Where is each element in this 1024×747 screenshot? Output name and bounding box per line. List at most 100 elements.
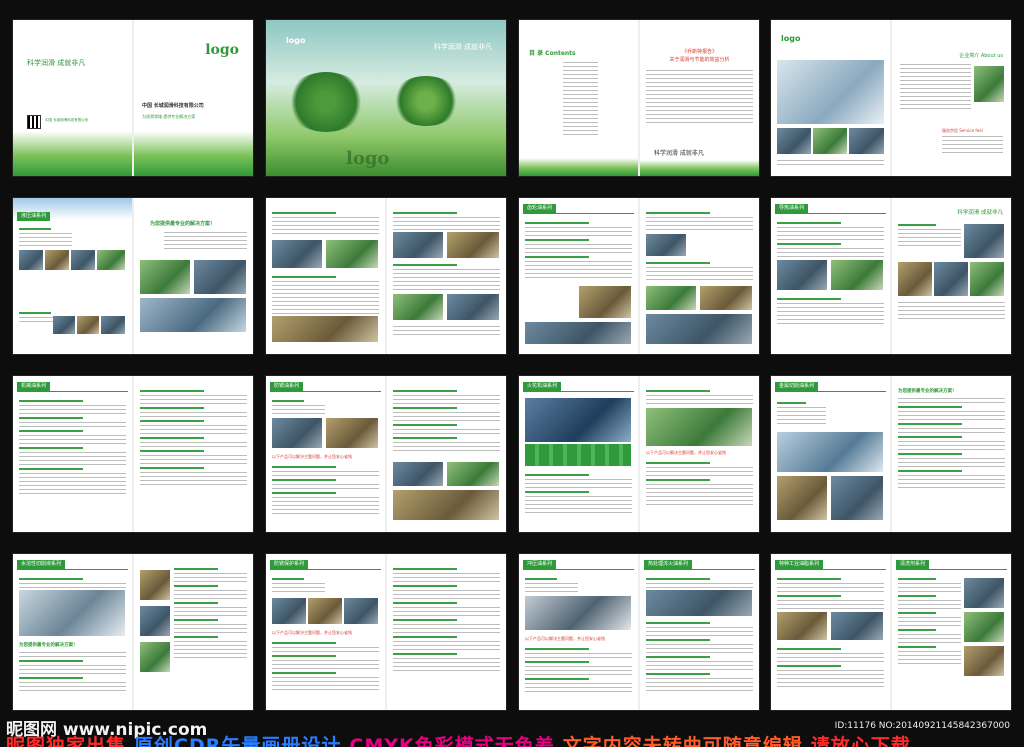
solution-heading: 为您提供最专业的解决方案！ (150, 221, 216, 227)
spread-machine[interactable]: 机械油系列 (13, 376, 253, 532)
promo-text: 文字内容未转曲可随意编辑 (562, 735, 803, 747)
section-body (272, 464, 379, 517)
spread-water[interactable]: 水溶性切削液系列 为您提供最专业的解决方案！ (13, 554, 253, 710)
spread-inner-cover[interactable]: logo 科学润滑 成就非凡 logo (266, 20, 506, 176)
rust-page (387, 376, 506, 532)
cover-tagline: 为润滑领域 提供专业解决方案 (142, 114, 196, 119)
section-body (19, 576, 126, 591)
section-body (525, 646, 632, 695)
spread-special[interactable]: 火花机油系列 以下产品可以解决主题问题，并让您安心省钱 (519, 376, 759, 532)
product-photo (97, 250, 125, 270)
solution-body (164, 232, 247, 252)
highlight-text: 以下产品可以解决主题问题，并让您安心省钱 (272, 630, 352, 635)
section-header: 机械油系列 (17, 382, 51, 391)
section-body (777, 576, 884, 612)
spread-hydraulic[interactable]: 液压油系列 为您提供最专业的解决方案！ (13, 198, 253, 354)
machinery-photo (447, 294, 499, 320)
section-body (898, 398, 1005, 491)
heat-page: 科学润滑 成就非凡 (892, 198, 1011, 354)
products-page (387, 198, 506, 354)
factory-line-photo (777, 432, 883, 472)
spread-punch[interactable]: 冲压油系列 以下产品可以解决主题问题，并让您安心省钱 热处理淬火油系列 (519, 554, 759, 710)
section-header: 齿轮油系列 (523, 204, 557, 213)
section-body (525, 220, 632, 281)
about-body (900, 64, 971, 112)
spread-about[interactable]: logo 企业简介 About us 服务宗旨 Service feel (771, 20, 1011, 176)
heattreat-page: 热处理淬火油系列 (640, 554, 759, 710)
tree-illustration (286, 72, 366, 132)
section-header: 火花机油系列 (523, 382, 562, 391)
promo-text: 原创CDR矢量画册设计 (134, 735, 342, 747)
front-cover-page: logo 中国 长城润滑科技有限公司 为润滑领域 提供专业解决方案 (134, 20, 253, 176)
section-body (646, 576, 753, 591)
green-wave-decoration (519, 158, 638, 176)
product-photo (71, 250, 95, 270)
section-body (646, 460, 753, 508)
section-header: 水溶性切削液系列 (17, 560, 66, 569)
report-body (646, 70, 753, 126)
spread-heat[interactable]: 导热油系列 科学润滑 成就非凡 (771, 198, 1011, 354)
spread-contents[interactable]: 目 录 Contents 《乔斯特报告》 关于润滑与节能的效益分析 科学润滑 成… (519, 20, 759, 176)
machinery-photo (898, 262, 932, 296)
clean-page: 清洗剂系列 (892, 554, 1011, 710)
section-body (272, 274, 379, 317)
gear-page: 齿轮油系列 (519, 198, 638, 354)
section-body (646, 620, 753, 694)
contents-page: 目 录 Contents (519, 20, 638, 176)
green-wave-decoration (13, 131, 132, 176)
inner-cover-slogan: 科学润滑 成就非凡 (433, 43, 492, 51)
green-wave-decoration (134, 131, 253, 176)
section-body (140, 388, 247, 488)
gear-page (640, 198, 759, 354)
highlight-text: 以下产品可以解决主题问题，并让您安心省钱 (525, 636, 605, 641)
parts-photo (344, 598, 378, 624)
watermark-footer: 昵图网 www.nipic.com ID:11176 NO:2014092114… (0, 715, 1024, 747)
spread-gear[interactable]: 齿轮油系列 (519, 198, 759, 354)
machinery-photo (393, 294, 443, 320)
machinery-photo (700, 286, 752, 310)
section-body (393, 262, 500, 293)
parts-photo (272, 598, 306, 624)
promo-text: 昵图独家出售 (6, 735, 127, 747)
section-header: 防锈保护系列 (270, 560, 309, 569)
machinery-photo (326, 240, 378, 268)
back-cover-page: 科学润滑 成就非凡 中国 长城润滑科技有限公司 (13, 20, 132, 176)
service-title: 服务宗旨 Service feel (942, 128, 983, 133)
spread-back-cover[interactable]: 科学润滑 成就非凡 中国 长城润滑科技有限公司 logo 中国 长城润滑科技有限… (13, 20, 253, 176)
machinery-photo (646, 234, 686, 256)
spread-rustproof[interactable]: 防锈保护系列 以下产品可以解决主题问题，并让您安心省钱 (266, 554, 506, 710)
machinery-photo (964, 224, 1004, 258)
about-text-page: 企业简介 About us 服务宗旨 Service feel (892, 20, 1011, 176)
parts-photo (308, 598, 342, 624)
metalcut-page: 金属切削油系列 (771, 376, 890, 532)
stamped-parts-photo (525, 596, 631, 630)
spread-metalcut[interactable]: 金属切削油系列 为您提供最专业的解决方案！ (771, 376, 1011, 532)
grease-page: 特种工业油脂系列 (771, 554, 890, 710)
spread-rust[interactable]: 防锈油系列 以下产品可以解决主题问题，并让您安心省钱 (266, 376, 506, 532)
rust-page: 防锈油系列 以下产品可以解决主题问题，并让您安心省钱 (266, 376, 385, 532)
section-body (898, 576, 961, 667)
machine-page: 机械油系列 (13, 376, 132, 532)
machinery-photo (579, 286, 631, 318)
spread-grease[interactable]: 特种工业油脂系列 清洗剂系列 (771, 554, 1011, 710)
section-body (393, 210, 500, 233)
workshop-photo (140, 298, 246, 332)
building-photo (974, 66, 1004, 102)
spread-products-a[interactable] (266, 198, 506, 354)
metalcut-page: 为您提供最专业的解决方案！ (892, 376, 1011, 532)
about-title: 企业简介 About us (959, 53, 1003, 59)
rustproof-page: 防锈保护系列 以下产品可以解决主题问题，并让您安心省钱 (266, 554, 385, 710)
brochure-grid: 科学润滑 成就非凡 中国 长城润滑科技有限公司 logo 中国 长城润滑科技有限… (13, 20, 1011, 710)
solution-heading: 为您提供最专业的解决方案！ (898, 389, 957, 394)
section-body (898, 222, 961, 249)
section-header: 导热油系列 (775, 204, 809, 213)
qr-code-icon (27, 115, 41, 129)
section-body (174, 566, 247, 661)
special-page: 以下产品可以解决主题问题，并让您安心省钱 (640, 376, 759, 532)
machinery-photo (646, 314, 752, 344)
workshop-photo (646, 408, 752, 446)
cover-logo: logo (205, 42, 239, 58)
back-cover-company: 中国 长城润滑科技有限公司 (45, 118, 89, 122)
section-body (646, 210, 753, 233)
machinery-photo (272, 240, 322, 268)
